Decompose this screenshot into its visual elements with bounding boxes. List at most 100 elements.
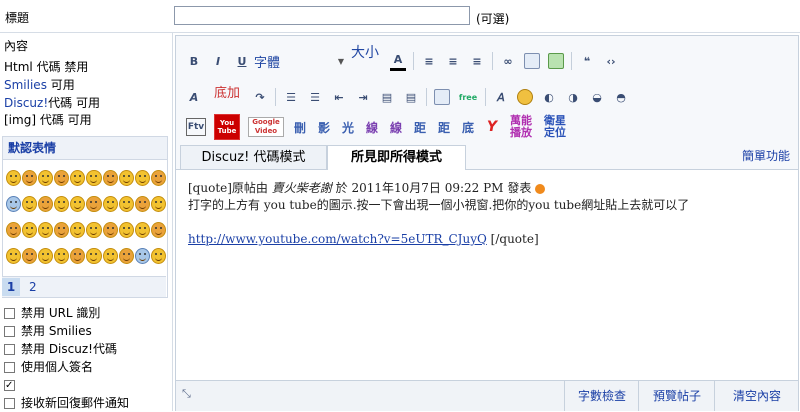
float-right-icon[interactable]: ▤ bbox=[403, 89, 419, 105]
rule-name[interactable]: Smilies bbox=[4, 78, 47, 92]
checkbox[interactable] bbox=[4, 307, 15, 319]
row3-text-button[interactable]: 底 bbox=[460, 119, 476, 135]
smiley-icon[interactable] bbox=[54, 170, 70, 186]
smiley-icon[interactable] bbox=[22, 170, 38, 186]
underline-button[interactable]: U bbox=[234, 53, 250, 69]
smiley-icon[interactable] bbox=[102, 170, 118, 186]
smiley-icon[interactable] bbox=[118, 170, 134, 186]
link-icon[interactable]: ∞ bbox=[500, 53, 516, 69]
redo-icon[interactable]: ↷ bbox=[252, 89, 268, 105]
checkbox[interactable] bbox=[4, 361, 15, 373]
smiley-icon[interactable] bbox=[22, 248, 38, 264]
smiley-icon[interactable] bbox=[102, 248, 118, 264]
smiley-icon[interactable] bbox=[22, 196, 38, 212]
rm-icon[interactable]: ◑ bbox=[565, 89, 581, 105]
row3-text-button[interactable]: 距 bbox=[412, 119, 428, 135]
smiley-icon[interactable] bbox=[134, 170, 150, 186]
resize-icon[interactable]: ⤡ bbox=[182, 387, 191, 401]
smiley-icon[interactable] bbox=[150, 170, 166, 186]
quote-icon[interactable]: ❝ bbox=[579, 53, 595, 69]
universal-player-button[interactable]: 萬能播放 bbox=[508, 113, 534, 141]
option-email-notify[interactable]: 接收新回復郵件通知 bbox=[4, 394, 129, 412]
font-color-button[interactable]: A bbox=[390, 52, 406, 71]
editor-content[interactable]: [quote]原帖由 賣火柴老謝 於 2011年10月7日 09:22 PM 發… bbox=[176, 170, 798, 380]
float-left-icon[interactable]: ▤ bbox=[379, 89, 395, 105]
clear-content-button[interactable]: 清空內容 bbox=[714, 381, 799, 411]
smiley-icon[interactable] bbox=[54, 196, 70, 212]
page-1[interactable]: 1 bbox=[2, 278, 20, 296]
row3-text-button[interactable]: 線 bbox=[388, 119, 404, 135]
row3-text-button[interactable]: 距 bbox=[436, 119, 452, 135]
ftv-button[interactable]: Ftv bbox=[186, 118, 206, 136]
option-disable-url[interactable]: 禁用 URL 識別 bbox=[4, 304, 100, 322]
word-count-button[interactable]: 字數檢查 bbox=[564, 381, 639, 411]
row3-text-button[interactable]: 影 bbox=[316, 119, 332, 135]
checkbox[interactable] bbox=[4, 397, 15, 409]
smiley-icon[interactable] bbox=[38, 248, 54, 264]
smiley-icon[interactable] bbox=[86, 170, 102, 186]
checkbox[interactable] bbox=[4, 325, 15, 337]
smiley-icon[interactable] bbox=[38, 170, 54, 186]
smiley-icon[interactable] bbox=[86, 196, 102, 212]
smiley-icon[interactable] bbox=[54, 222, 70, 238]
wmv-icon[interactable]: ◒ bbox=[589, 89, 605, 105]
smiley-icon[interactable] bbox=[70, 196, 86, 212]
youtube-button[interactable]: You Tube bbox=[214, 114, 240, 140]
smiley-icon[interactable] bbox=[22, 222, 38, 238]
arrow-right-icon[interactable] bbox=[535, 183, 546, 194]
rule-name[interactable]: Discuz! bbox=[4, 96, 48, 110]
unordered-list-icon[interactable]: ☰ bbox=[307, 89, 323, 105]
smiley-icon[interactable] bbox=[134, 196, 150, 212]
row3-text-button[interactable]: 刪 bbox=[292, 119, 308, 135]
smiley-icon[interactable] bbox=[6, 248, 22, 264]
align-right-icon[interactable]: ≡ bbox=[469, 53, 485, 69]
option-disable-smilies[interactable]: 禁用 Smilies bbox=[4, 322, 92, 340]
smiley-icon[interactable] bbox=[6, 222, 22, 238]
free-button[interactable]: free bbox=[458, 89, 478, 105]
smiley-icon[interactable] bbox=[86, 222, 102, 238]
smiley-icon[interactable] bbox=[118, 248, 134, 264]
google-video-button[interactable]: Google Video bbox=[248, 117, 284, 137]
smiley-icon[interactable] bbox=[134, 222, 150, 238]
smiley-icon[interactable] bbox=[134, 248, 150, 264]
row3-text-button[interactable]: 光 bbox=[340, 119, 356, 135]
smiley-icon[interactable] bbox=[150, 248, 166, 264]
outdent-icon[interactable]: ⇤ bbox=[331, 89, 347, 105]
smiley-icon[interactable] bbox=[102, 196, 118, 212]
media-icon[interactable] bbox=[517, 89, 533, 105]
indent-icon[interactable]: ⇥ bbox=[355, 89, 371, 105]
smiley-icon[interactable] bbox=[118, 196, 134, 212]
image-icon[interactable] bbox=[548, 53, 564, 69]
youtube-link[interactable]: http://www.youtube.com/watch?v=5eUTR_CJu… bbox=[188, 232, 487, 246]
qt-icon[interactable]: ◓ bbox=[613, 89, 629, 105]
checkbox[interactable] bbox=[4, 377, 15, 395]
code-icon[interactable]: ‹› bbox=[603, 53, 619, 69]
font-select[interactable]: 字體 ▼ bbox=[254, 52, 344, 71]
italic-button[interactable]: I bbox=[210, 53, 226, 69]
table-icon[interactable] bbox=[434, 89, 450, 105]
smiley-icon[interactable] bbox=[150, 196, 166, 212]
y-icon[interactable]: Y bbox=[484, 119, 500, 135]
bold-button[interactable]: B bbox=[186, 53, 202, 69]
email-icon[interactable] bbox=[524, 53, 540, 69]
smiley-icon[interactable] bbox=[6, 170, 22, 186]
page-2[interactable]: 2 bbox=[24, 278, 42, 296]
tab-wysiwyg[interactable]: 所見即所得模式 bbox=[327, 145, 466, 170]
smiley-icon[interactable] bbox=[118, 222, 134, 238]
smiley-icon[interactable] bbox=[70, 222, 86, 238]
ordered-list-icon[interactable]: ☰ bbox=[283, 89, 299, 105]
option-signature[interactable]: 使用個人簽名 bbox=[4, 358, 93, 376]
size-select[interactable]: 大小 bbox=[350, 45, 380, 77]
option-disable-discuz[interactable]: 禁用 Discuz!代碼 bbox=[4, 340, 117, 358]
audio-icon[interactable]: ◐ bbox=[541, 89, 557, 105]
title-input[interactable] bbox=[174, 6, 470, 25]
smiley-icon[interactable] bbox=[6, 196, 22, 212]
smiley-icon[interactable] bbox=[38, 196, 54, 212]
tab-discuz-code[interactable]: Discuz! 代碼模式 bbox=[180, 145, 327, 169]
row3-text-button[interactable]: 線 bbox=[364, 119, 380, 135]
flash-icon[interactable]: 𝘈 bbox=[493, 89, 509, 105]
smiley-icon[interactable] bbox=[38, 222, 54, 238]
simple-mode-link[interactable]: 簡單功能 bbox=[742, 145, 790, 168]
remove-format-icon[interactable]: A bbox=[186, 89, 202, 105]
align-left-icon[interactable]: ≡ bbox=[421, 53, 437, 69]
